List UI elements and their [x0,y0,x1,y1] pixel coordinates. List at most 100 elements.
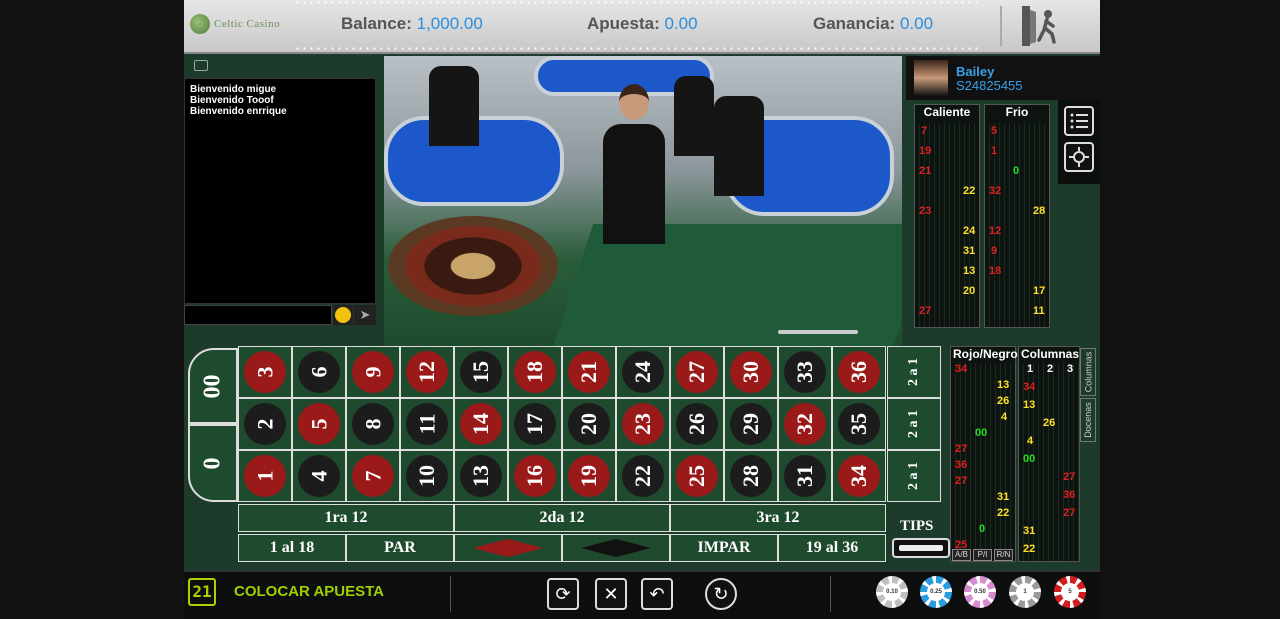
smiley-icon[interactable] [333,305,353,325]
bet-number-22[interactable]: 22 [616,450,670,502]
rb-number: 00 [975,427,988,439]
bet-number-26[interactable]: 26 [670,398,724,450]
volume-slider[interactable] [778,330,858,334]
chip-label: 1 [1016,583,1034,601]
tab-columnas[interactable]: Columnas [1080,348,1096,396]
bet-third-dozen[interactable]: 3ra 12 [670,504,886,532]
red-black-stats: Rojo/Negro 34 13 26 4 00 27 36 27 31 22 … [950,346,1018,562]
bet-number-25[interactable]: 25 [670,450,724,502]
bet-number-21[interactable]: 21 [562,346,616,398]
bet-number-35[interactable]: 35 [832,398,886,450]
ab-toggle[interactable]: A/B [952,549,971,561]
send-arrow-icon[interactable]: ➤ [354,305,376,325]
chip-0-50[interactable]: 0.50 [964,576,996,608]
bet-label: Apuesta: [587,14,660,33]
bet-number-32[interactable]: 32 [778,398,832,450]
number-chip: 33 [784,351,826,393]
bet-number-33[interactable]: 33 [778,346,832,398]
bet-number-34[interactable]: 34 [832,450,886,502]
bet-number-18[interactable]: 18 [508,346,562,398]
bet-number-30[interactable]: 30 [724,346,778,398]
bet-number-12[interactable]: 12 [400,346,454,398]
bet-number-20[interactable]: 20 [562,398,616,450]
chat-input[interactable] [184,305,332,325]
auto-icon[interactable]: ↻ [705,578,737,610]
chat-bubble-icon[interactable] [194,60,208,71]
bet-number-28[interactable]: 28 [724,450,778,502]
column-header: 3 [1067,363,1074,375]
live-video-feed [384,56,902,346]
bet-number-4[interactable]: 4 [292,450,346,502]
column-bet-label: 2 a 1 [906,358,921,386]
col-number: 13 [1023,399,1036,411]
bet-number-11[interactable]: 11 [400,398,454,450]
chip-0-10[interactable]: 0.10 [876,576,908,608]
bet-number-8[interactable]: 8 [346,398,400,450]
bet-column-3[interactable]: 2 a 1 [887,346,941,398]
number-chip: 24 [622,351,664,393]
bet-number-31[interactable]: 31 [778,450,832,502]
bet-even[interactable]: PAR [346,534,454,562]
bet-high[interactable]: 19 al 36 [778,534,886,562]
bet-low[interactable]: 1 al 18 [238,534,346,562]
bet-number-36[interactable]: 36 [832,346,886,398]
bet-odd[interactable]: IMPAR [670,534,778,562]
tips-button[interactable] [892,538,950,558]
bet-column-2[interactable]: 2 a 1 [887,398,941,450]
bet-number-3[interactable]: 3 [238,346,292,398]
header-dots-bottom [294,47,980,50]
bet-number-27[interactable]: 27 [670,346,724,398]
number-label: 17 [522,413,547,435]
bet-red[interactable] [454,534,562,562]
number-label: 35 [846,413,871,435]
bet-number-5[interactable]: 5 [292,398,346,450]
bet-number-29[interactable]: 29 [724,398,778,450]
pi-toggle[interactable]: P/I [973,549,992,561]
bet-number-10[interactable]: 10 [400,450,454,502]
bet-number-14[interactable]: 14 [454,398,508,450]
bet-number-17[interactable]: 17 [508,398,562,450]
settings-gear-icon[interactable] [1064,142,1094,172]
dealer-info: Bailey S24825455 [906,56,1100,100]
bet-number-7[interactable]: 7 [346,450,400,502]
roulette-wheel [388,216,558,316]
columns-title: Columnas [1019,347,1080,363]
bet-number-2[interactable]: 2 [238,398,292,450]
bet-double-zero[interactable]: 00 [188,348,238,424]
bet-black[interactable] [562,534,670,562]
number-label: 28 [738,465,763,487]
bet-number-23[interactable]: 23 [616,398,670,450]
number-chip: 31 [784,455,826,497]
bet-second-dozen[interactable]: 2da 12 [454,504,670,532]
bet-number-9[interactable]: 9 [346,346,400,398]
number-label: 3 [252,366,277,378]
chip-1[interactable]: 1 [1009,576,1041,608]
rb-number: 26 [997,395,1010,407]
list-icon[interactable] [1064,106,1094,136]
bet-number-19[interactable]: 19 [562,450,616,502]
number-chip: 4 [298,455,340,497]
bet-number-24[interactable]: 24 [616,346,670,398]
bet-column-1[interactable]: 2 a 1 [887,450,941,502]
repeat-icon[interactable]: ⟳ [547,578,579,610]
exit-door-icon[interactable] [1020,4,1064,48]
clear-icon[interactable]: ✕ [595,578,627,610]
red-black-title: Rojo/Negro [951,347,1018,363]
bet-number-15[interactable]: 15 [454,346,508,398]
casino-logo: Celtic Casino [190,14,280,34]
chip-5[interactable]: 5 [1054,576,1086,608]
logo-mark-icon [190,14,210,34]
tab-docenas[interactable]: Docenas [1080,398,1096,442]
rn-toggle[interactable]: R/N [994,549,1013,561]
bet-zero[interactable]: 0 [188,424,238,502]
bet-number-16[interactable]: 16 [508,450,562,502]
number-label: 20 [576,413,601,435]
undo-icon[interactable]: ↶ [641,578,673,610]
bet-number-6[interactable]: 6 [292,346,346,398]
chip-0-25[interactable]: 0.25 [920,576,952,608]
bet-number-13[interactable]: 13 [454,450,508,502]
number-chip: 32 [784,403,826,445]
bet-first-dozen[interactable]: 1ra 12 [238,504,454,532]
number-chip: 28 [730,455,772,497]
bet-number-1[interactable]: 1 [238,450,292,502]
